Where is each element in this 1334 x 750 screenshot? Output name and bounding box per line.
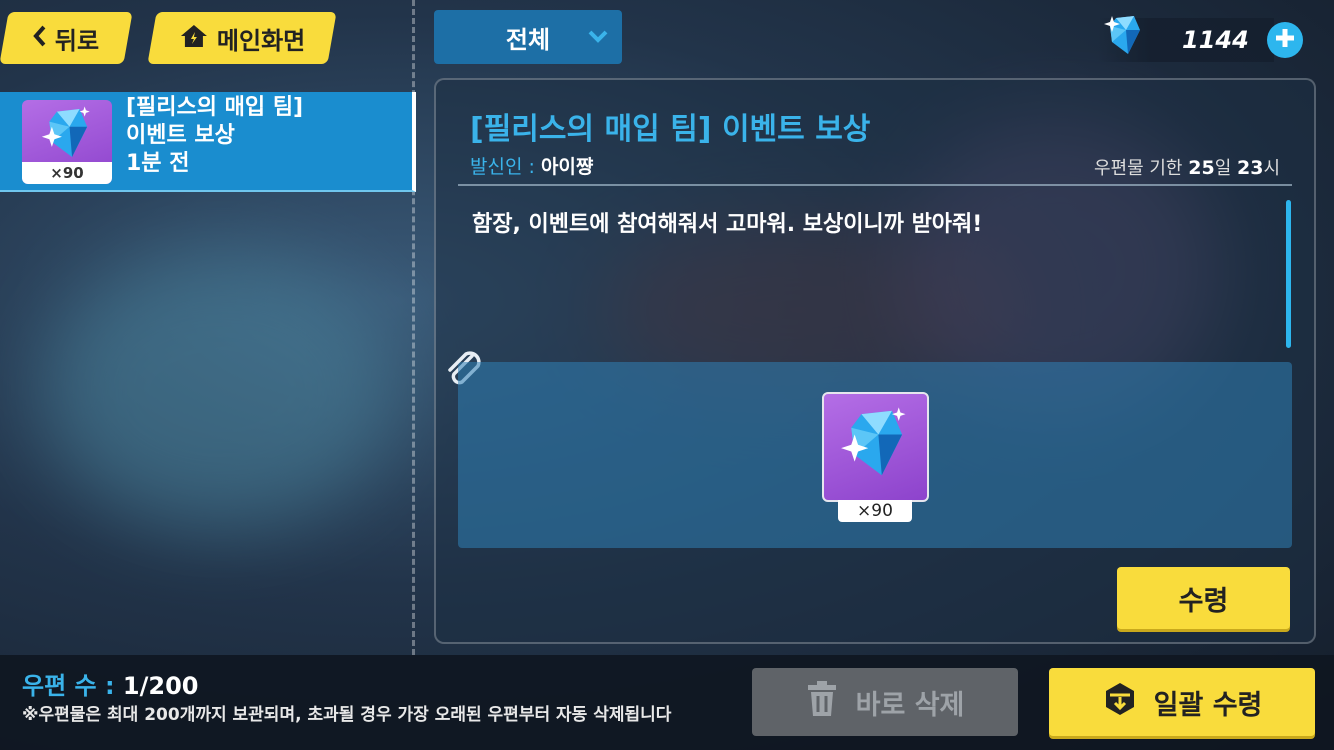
claim-all-label: 일괄 수령: [1153, 689, 1263, 721]
delete-button[interactable]: 바로 삭제: [752, 668, 1018, 736]
claim-all-button[interactable]: 일괄 수령: [1049, 668, 1315, 736]
sender-row: 발신인 : 아이쨩: [470, 152, 593, 179]
expire-info: 우편물 기한 25일 23시: [1094, 154, 1280, 180]
back-button[interactable]: 뒤로: [0, 12, 133, 64]
sender-name: 아이쨩: [540, 156, 594, 178]
filter-dropdown[interactable]: 전체: [434, 10, 622, 64]
expire-hours: 23: [1236, 157, 1264, 179]
back-label: 뒤로: [54, 26, 100, 55]
delete-label: 바로 삭제: [855, 689, 965, 721]
mail-list-item[interactable]: ×90 [필리스의 매입 팀] 이벤트 보상 1분 전: [0, 92, 416, 192]
currency-amount: 1144: [1182, 26, 1249, 54]
expire-hour-unit: 시: [1263, 158, 1280, 179]
home-label: 메인화면: [216, 26, 306, 55]
mail-count: 우편 수 : 1/200: [22, 666, 198, 701]
filter-selected: 전체: [505, 25, 551, 54]
trash-icon: [806, 680, 838, 725]
attachment-item[interactable]: [822, 392, 929, 502]
home-button[interactable]: 메인화면: [147, 12, 337, 64]
mail-count-value: 1/200: [122, 672, 199, 700]
expire-days: 25: [1188, 157, 1215, 179]
detail-title: [필리스의 매입 팀] 이벤트 보상: [470, 112, 871, 147]
home-icon: [179, 22, 209, 54]
storage-notice: ※우편물은 최대 200개까지 보관되며, 초과될 경우 가장 오래된 우편부터…: [22, 705, 672, 725]
attachment-quantity: ×90: [838, 500, 912, 522]
back-chevron-icon: [33, 24, 47, 52]
mail-item-time: 1분 전: [126, 151, 190, 176]
mail-item-title-line1: [필리스의 매입 팀]: [126, 95, 304, 120]
claim-button[interactable]: 수령: [1117, 567, 1290, 629]
mail-item-title-line2: 이벤트 보상: [126, 123, 235, 148]
mail-item-thumbnail: ×90: [22, 100, 112, 184]
chevron-down-icon: [586, 24, 610, 54]
mail-item-quantity: ×90: [22, 162, 112, 184]
currency-display: 1144: [1098, 16, 1274, 62]
mail-item-text: [필리스의 매입 팀] 이벤트 보상 1분 전: [126, 94, 303, 178]
detail-divider: [458, 184, 1292, 186]
sender-label: 발신인 :: [470, 156, 535, 178]
background-blur: [40, 250, 400, 530]
message-scrollbar[interactable]: [1286, 200, 1291, 348]
expire-prefix: 우편물 기한: [1093, 158, 1183, 179]
mail-message: 함장, 이벤트에 참여해줘서 고마워. 보상이니까 받아줘!: [472, 212, 983, 237]
plus-icon: [1274, 27, 1296, 53]
expire-day-unit: 일: [1214, 158, 1232, 179]
mail-count-label: 우편 수 :: [22, 672, 115, 700]
add-currency-button[interactable]: [1267, 22, 1303, 58]
crystal-icon: [838, 404, 912, 486]
crystal-icon: [1104, 12, 1144, 62]
crystal-icon: [36, 104, 98, 166]
inbox-download-icon: [1102, 681, 1138, 724]
